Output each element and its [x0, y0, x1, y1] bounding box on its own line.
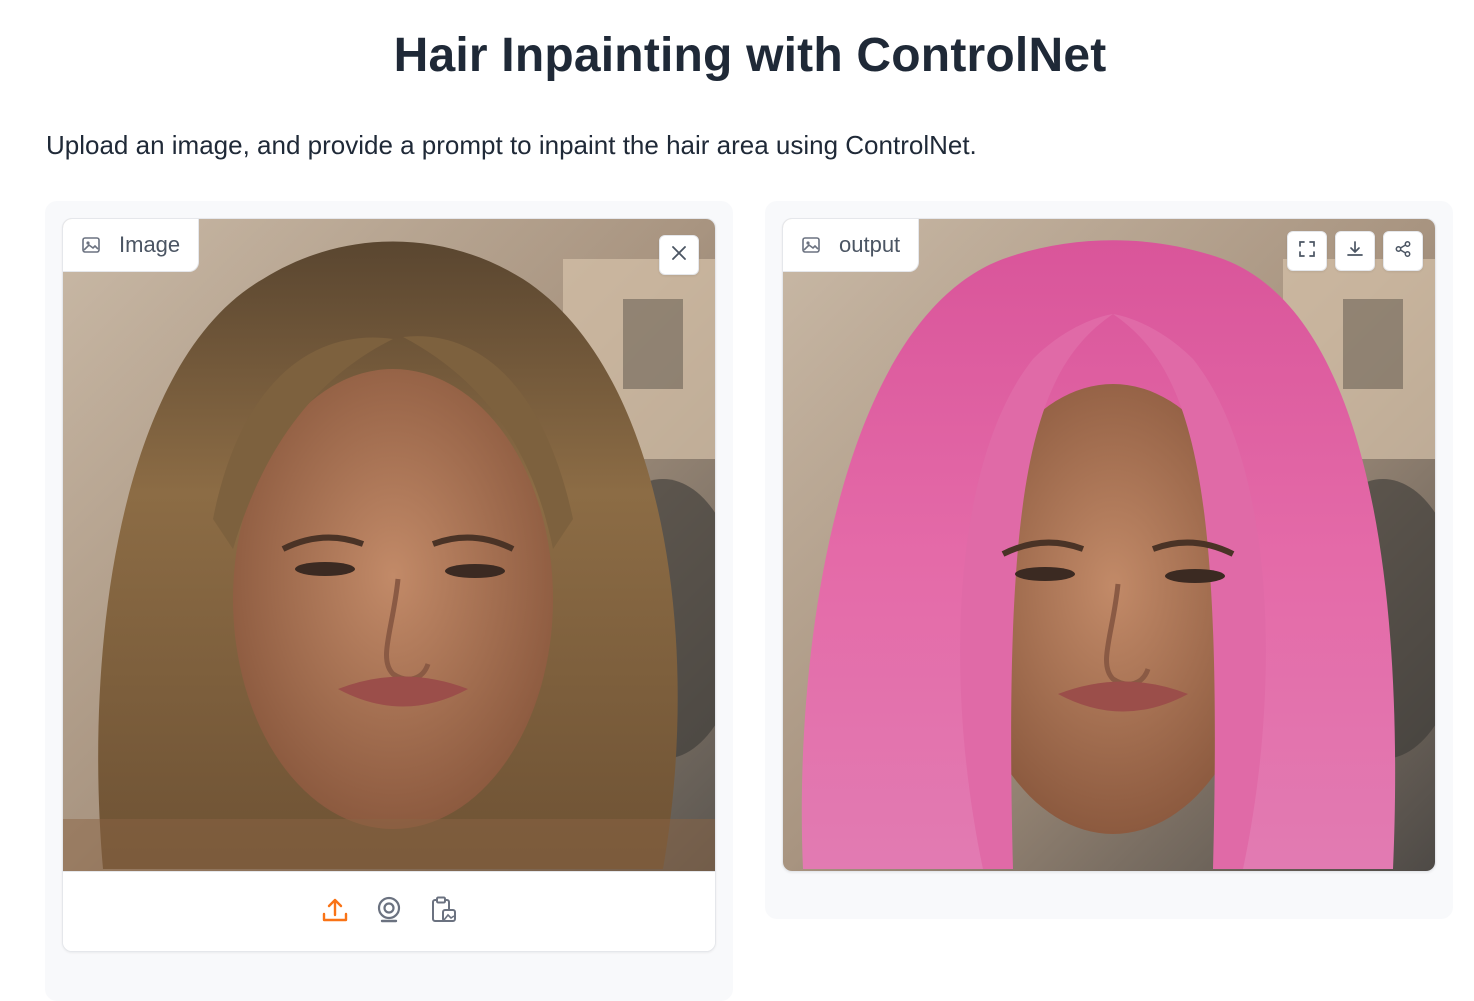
output-label-text: output — [839, 232, 901, 257]
share-icon — [1394, 240, 1412, 263]
page-title: Hair Inpainting with ControlNet — [393, 29, 1107, 82]
close-icon — [670, 244, 688, 267]
input-image-label: Image — [63, 219, 200, 272]
share-button[interactable] — [1383, 231, 1423, 271]
upload-icon — [320, 895, 350, 930]
output-photo — [783, 219, 1435, 871]
clipboard-source-button[interactable] — [428, 895, 458, 930]
webcam-source-button[interactable] — [374, 895, 404, 930]
upload-source-button[interactable] — [320, 897, 350, 927]
clear-image-button[interactable] — [659, 235, 699, 275]
output-image-label: output — [783, 219, 920, 272]
fullscreen-button[interactable] — [1287, 231, 1327, 271]
page-description: Upload an image, and provide a prompt to… — [46, 130, 977, 160]
image-icon — [801, 235, 821, 255]
image-source-toolbar — [63, 871, 715, 951]
webcam-icon — [374, 895, 404, 930]
input-label-text: Image — [119, 232, 181, 257]
output-image-panel: output — [782, 218, 1436, 872]
input-image-panel[interactable]: Image — [62, 218, 716, 952]
download-icon — [1346, 240, 1364, 263]
input-photo — [63, 219, 715, 871]
image-icon — [81, 235, 101, 255]
clipboard-icon — [428, 895, 458, 930]
fullscreen-icon — [1298, 240, 1316, 263]
download-button[interactable] — [1335, 231, 1375, 271]
